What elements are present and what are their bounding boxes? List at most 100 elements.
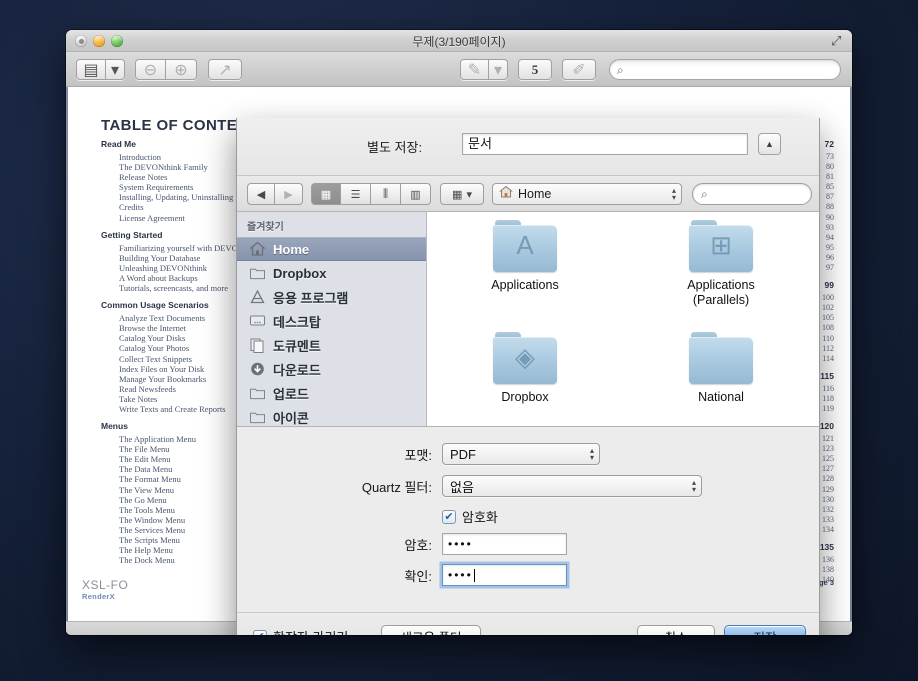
location-label: Home [518,187,552,201]
back-button[interactable]: ◀ [247,183,275,205]
sidebar-item-label: 응용 프로그램 [273,290,349,306]
sidebar-item-아이콘[interactable]: 아이콘 [237,405,426,426]
search-icon: ⌕ [701,187,708,201]
new-folder-button[interactable]: 새로운 폴더 [381,625,481,635]
sidebar-item-label: 업로드 [273,386,309,402]
sidebar-item-dropbox[interactable]: Dropbox [237,261,426,285]
arrange-dropdown[interactable]: ▦ ▾ [440,183,484,205]
downloads-icon [249,361,266,377]
format-label: 포맷: [404,447,432,463]
sidebar-options-dropdown[interactable]: ▾ [106,59,125,80]
password-label: 암호: [404,537,432,553]
documents-icon [249,337,266,353]
sheet-button-bar: ✔ 확장자 가리기 새로운 폴더 취소 저장 [237,612,819,635]
format-dropdown[interactable]: PDF ▴ ▾ [442,443,600,465]
password-input[interactable]: •••• [442,533,567,555]
zoom-in-button[interactable]: ⊕ [166,59,197,80]
sidebar-item-응용-프로그램[interactable]: 응용 프로그램 [237,285,426,309]
view-mode-column-button[interactable]: ⫼ [371,183,401,205]
highlight-button[interactable]: ✎ [460,59,489,80]
location-popup-button[interactable]: Home ▴ ▾ [492,183,682,205]
file-item[interactable]: A Applications [427,220,623,332]
updown-icon: ▴ ▾ [589,446,594,462]
sidebar-item-label: Home [273,241,310,257]
sidebar-item-다운로드[interactable]: 다운로드 [237,357,426,381]
hide-extension-checkbox[interactable]: ✔ [253,629,267,635]
preview-window: 무제(3/190페이지) ⤢ ▤ ▾ ⊖ ⊕ ↗ ✎ ▾ 5 ✐ ⌕ TABLE… [66,30,852,635]
quartz-filter-label: Quartz 필터: [361,479,432,495]
zoom-out-button[interactable]: ⊖ [135,59,166,80]
markup-button[interactable]: ✐ [562,59,596,80]
save-button[interactable]: 저장 [724,625,806,635]
share-button[interactable]: ↗ [208,59,242,80]
expand-collapse-button[interactable]: ▲ [758,133,781,155]
home-icon [249,241,266,257]
renderx-logo-left: XSL-FO RenderX [82,578,128,601]
folder-icon: A [493,220,557,272]
encrypt-label: 암호화 [462,510,498,525]
quartz-filter-row: Quartz 필터: 없음 ▴ ▾ [237,475,819,497]
encrypt-checkbox[interactable]: ✔ [442,509,456,524]
folder-icon [249,265,266,281]
fullscreen-icon[interactable]: ⤢ [831,34,845,48]
view-mode-icon-button[interactable]: ▦ [311,183,341,205]
format-row: 포맷: PDF ▴ ▾ [237,443,819,465]
file-icon-grid[interactable]: A Applications ⊞ Applications (Parallels) ◈ Dr… [427,212,819,426]
highlight-dropdown[interactable]: ▾ [489,59,508,80]
quartz-filter-dropdown[interactable]: 없음 ▴ ▾ [442,475,702,497]
sidebar-header: 즐겨찾기 [247,222,284,233]
sidebar-item-label: 도큐멘트 [273,338,321,354]
file-browser: 즐겨찾기 Home Dropbox 응용 프로그램데스크탑도큐멘트다운로드업로드아이… [237,212,819,427]
password-row: 암호: •••• [237,533,819,555]
hide-extension-row[interactable]: ✔ 확장자 가리기 [253,627,348,635]
pdf-options-panel: 포맷: PDF ▴ ▾ Quartz 필터: 없음 ▴ ▾ ✔ 암호화 암호: … [237,427,819,613]
sidebar-item-label: Dropbox [273,265,327,281]
folder-icon: ◈ [493,332,557,384]
desktop-background: 무제(3/190페이지) ⤢ ▤ ▾ ⊖ ⊕ ↗ ✎ ▾ 5 ✐ ⌕ TABLE… [0,0,918,681]
save-as-label: 별도 저장: [367,140,423,155]
sidebar-item-label: 아이콘 [273,410,309,426]
file-name-label: Applications (Parallels) [687,278,755,307]
logo-secondary-text: RenderX [82,592,115,601]
favorites-sidebar: 즐겨찾기 Home Dropbox 응용 프로그램데스크탑도큐멘트다운로드업로드아이… [237,212,427,426]
sidebar-item-list: Home Dropbox 응용 프로그램데스크탑도큐멘트다운로드업로드아이콘 [237,237,426,426]
rotate-button[interactable]: 5 [518,59,552,80]
confirm-password-input[interactable]: •••• [442,564,567,586]
confirm-password-label: 확인: [404,568,432,584]
finder-search-field[interactable]: ⌕ [692,183,812,205]
save-as-row: 별도 저장: 문서 ▲ [237,118,819,176]
sidebar-item-label: 데스크탑 [273,314,321,330]
hide-extension-label: 확장자 가리기 [273,627,348,635]
file-item[interactable]: ⊞ Applications (Parallels) [623,220,819,332]
file-name-label: Applications [491,278,559,292]
sidebar-item-도큐멘트[interactable]: 도큐멘트 [237,333,426,357]
sidebar-item-label: 다운로드 [273,362,321,378]
encrypt-checkbox-row[interactable]: ✔ 암호화 [442,507,498,526]
quartz-filter-value: 없음 [450,479,474,495]
file-name-label: Dropbox [501,390,549,404]
desktop-icon [249,313,266,329]
view-mode-coverflow-button[interactable]: ▥ [401,183,431,205]
sidebar-item-업로드[interactable]: 업로드 [237,381,426,405]
filename-input[interactable]: 문서 [462,133,748,155]
updown-icon: ▴ ▾ [691,478,696,494]
arrange-icon: ▦ [452,188,463,201]
folder-icon [689,332,753,384]
save-dialog-sheet: 별도 저장: 문서 ▲ ◀ ▶ ▦ ☰ ⫼ ▥ ▦ ▾ Home ▴ ▾ ⌕ 즐… [236,118,820,635]
cancel-button[interactable]: 취소 [637,625,715,635]
view-mode-list-button[interactable]: ☰ [341,183,371,205]
sidebar-item-데스크탑[interactable]: 데스크탑 [237,309,426,333]
sidebar-toggle-button[interactable]: ▤ [76,59,106,80]
forward-button[interactable]: ▶ [275,183,303,205]
chevron-down-icon: ▾ [466,188,472,201]
window-title: 무제(3/190페이지) [412,35,506,49]
text-caret [473,568,475,582]
search-icon: ⌕ [617,63,624,77]
folder-icon [249,409,266,425]
toolbar-search-field[interactable]: ⌕ [609,59,841,80]
sidebar-item-home[interactable]: Home [237,237,426,261]
folder-icon: ⊞ [689,220,753,272]
file-name-label: National [698,390,744,404]
folder-icon [249,385,266,401]
format-value: PDF [450,446,476,462]
